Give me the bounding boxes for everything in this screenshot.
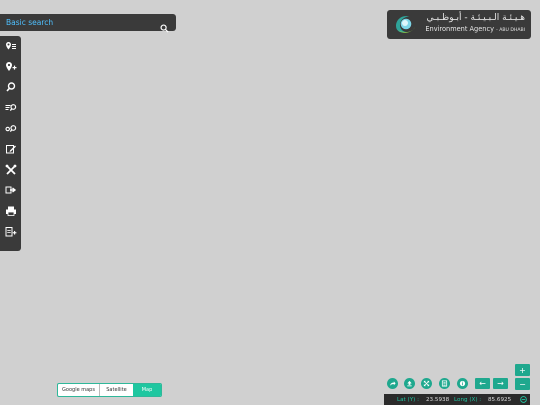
list-search-button[interactable] [2, 99, 19, 116]
edit-icon [5, 144, 16, 153]
search-button[interactable] [2, 78, 19, 95]
print-button[interactable] [2, 202, 19, 219]
longitude-value: 85.6925 [488, 396, 512, 403]
add-marker-button[interactable] [2, 58, 19, 75]
tools-button[interactable] [2, 161, 19, 178]
search-icon [5, 81, 15, 92]
logo-english-text: Environment Agency - ABU DHABI [425, 25, 525, 33]
next-extent-button[interactable]: → [493, 378, 508, 389]
basic-search-bar [0, 14, 176, 33]
zoom-out-button[interactable]: − [515, 378, 530, 390]
logo-arabic-text: هـيـئـة الـبـيـئـة - أبـوظـبـي [426, 13, 525, 23]
upload-icon [407, 380, 412, 387]
locate-icon[interactable] [520, 396, 527, 403]
export-icon [5, 186, 16, 193]
upload-button[interactable] [404, 378, 415, 389]
map-type-map[interactable]: Map [133, 384, 161, 396]
left-toolbar [0, 36, 21, 251]
add-document-button[interactable] [2, 223, 19, 240]
search-icon[interactable] [160, 18, 169, 33]
previous-extent-button[interactable]: ← [475, 378, 490, 389]
marker-list-button[interactable] [2, 38, 19, 55]
latitude-label: Lat (Y) : [397, 396, 419, 403]
tools-icon [5, 164, 16, 175]
fullscreen-button[interactable] [421, 378, 432, 389]
export-button[interactable] [2, 181, 19, 198]
longitude-label: Long (X) : [454, 396, 482, 403]
zoom-in-button[interactable]: + [515, 364, 530, 376]
location-search-button[interactable] [2, 120, 19, 137]
info-icon [459, 380, 466, 387]
marker-list-icon [5, 41, 16, 49]
map-type-switcher: Google maps Satellite Map [57, 383, 162, 397]
add-document-icon [5, 226, 16, 236]
share-button[interactable] [387, 378, 398, 389]
location-search-icon [4, 124, 16, 132]
share-arrow-icon [390, 381, 396, 386]
info-button[interactable] [457, 378, 468, 389]
add-marker-icon [5, 61, 16, 71]
map-type-satellite[interactable]: Satellite [100, 384, 133, 396]
globe-logo-icon [396, 16, 415, 33]
fullscreen-icon [423, 380, 430, 387]
print-icon [5, 206, 16, 216]
layers-button[interactable] [439, 378, 450, 389]
map-type-google-maps[interactable]: Google maps [58, 384, 100, 396]
latitude-value: 23.5938 [426, 396, 450, 403]
list-search-icon [5, 103, 16, 111]
search-input[interactable] [6, 18, 146, 27]
logo-english-subtitle: - ABU DHABI [496, 28, 525, 33]
layers-icon [441, 380, 448, 387]
edit-button[interactable] [2, 140, 19, 157]
coordinates-bar: Lat (Y) : 23.5938 Long (X) : 85.6925 [384, 394, 530, 405]
zoom-controls: + − [515, 364, 530, 390]
environment-agency-logo: هـيـئـة الـبـيـئـة - أبـوظـبـي Environme… [387, 10, 531, 39]
